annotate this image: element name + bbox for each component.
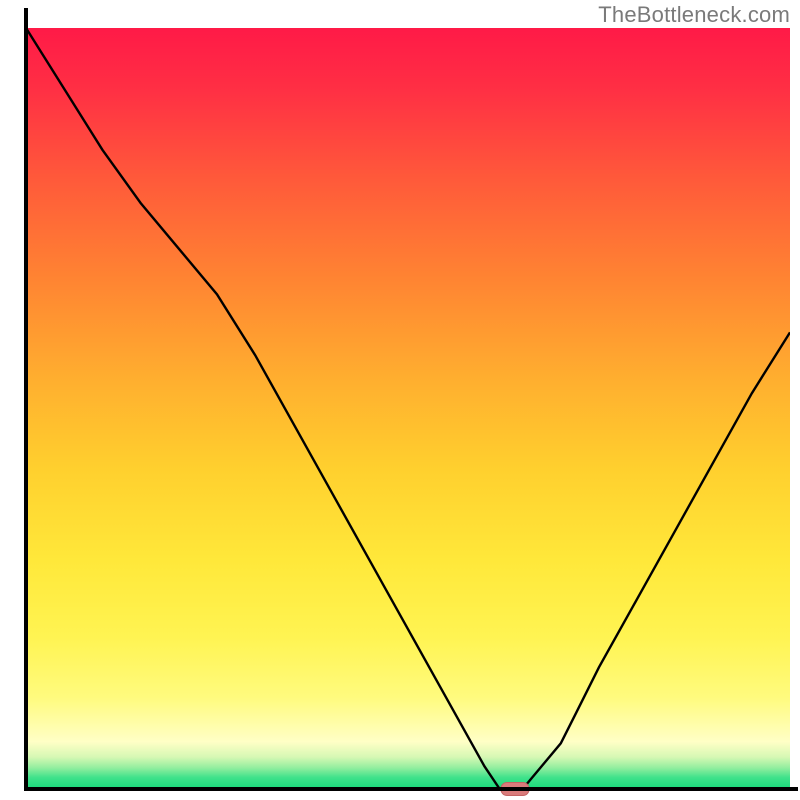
bottleneck-plot-svg [0, 0, 800, 800]
attribution-label: TheBottleneck.com [598, 2, 790, 28]
bottleneck-chart: TheBottleneck.com [0, 0, 800, 800]
gradient-background [26, 28, 790, 789]
